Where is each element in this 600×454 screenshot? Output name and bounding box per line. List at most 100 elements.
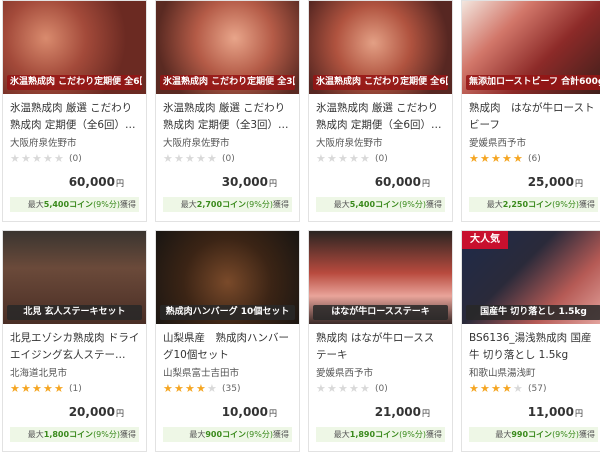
product-card[interactable]: 無添加ローストビーフ 合計600g以上熟成肉 はなが牛ロースト ビーフ愛媛県西予… <box>461 0 600 222</box>
price-value: 30,000 <box>221 175 268 189</box>
coin-percent: (9%分) <box>552 200 579 209</box>
product-image[interactable]: 氷温熟成肉 こだわり定期便 全3回 <box>156 1 299 94</box>
product-image[interactable]: はなが牛ロースステーキ <box>309 231 452 324</box>
coin-reward: 最大990コイン(9%分)獲得 <box>469 427 598 442</box>
star-icon: ★ <box>469 152 479 165</box>
product-price: 60,000円 <box>375 175 430 189</box>
product-card[interactable]: 国産牛 切り落とし 1.5kg 大人気 BS6136_湯浅熟成肉 国産 牛 切り落と… <box>461 230 600 452</box>
coin-word: コイン <box>222 430 247 439</box>
product-title[interactable]: 北見エゾシカ熟成肉 ドライエイジング玄人ステー… <box>10 330 140 364</box>
coin-suffix: 獲得 <box>426 430 442 439</box>
coin-percent: (9%分) <box>552 430 579 439</box>
star-icon: ★ <box>10 152 20 165</box>
product-image-caption: 熟成肉ハンバーグ 10個セット <box>160 305 295 320</box>
coin-amount: 2,700 <box>196 200 223 209</box>
coin-reward: 最大5,400コイン(9%分)獲得 <box>316 197 445 212</box>
star-icon: ★ <box>316 152 326 165</box>
product-image-caption: 北見 玄人ステーキセット <box>7 305 142 320</box>
rating-stars: ★ ★ ★ ★ ★ <box>10 153 65 164</box>
star-icon: ★ <box>32 382 42 395</box>
star-icon: ★ <box>196 152 206 165</box>
product-title[interactable]: 氷温熟成肉 厳選 こだわり 熟成肉 定期便（全6回）… <box>10 100 140 134</box>
product-region: 北海道北見市 <box>10 368 68 379</box>
product-card[interactable]: 氷温熟成肉 こだわり定期便 全6回氷温熟成肉 厳選 こだわり 熟成肉 定期便（全… <box>308 0 453 222</box>
coin-word: コイン <box>222 200 247 209</box>
product-title[interactable]: BS6136_湯浅熟成肉 国産 牛 切り落とし 1.5kg <box>469 330 599 364</box>
product-region: 大阪府泉佐野市 <box>10 138 77 149</box>
product-title[interactable]: 氷温熟成肉 厳選 こだわり 熟成肉 定期便（全3回）… <box>163 100 293 134</box>
coin-prefix: 最大 <box>180 200 197 209</box>
review-count: (57) <box>528 383 547 394</box>
coin-word: コイン <box>375 430 400 439</box>
product-image-caption: 氷温熟成肉 こだわり定期便 全6回 <box>7 75 142 90</box>
product-card[interactable]: 北見 玄人ステーキセット北見エゾシカ熟成肉 ドライエイジング玄人ステー… 北海道北… <box>2 230 147 452</box>
price-value: 60,000 <box>68 175 115 189</box>
product-card[interactable]: 熟成肉ハンバーグ 10個セット 山梨県産 熟成肉ハンバーグ10個セット 山梨県富士吉… <box>155 230 300 452</box>
product-card[interactable]: はなが牛ロースステーキ 熟成肉 はなが牛ロースス テーキ 愛媛県西予市 ★ ★ ★ ★ ★ (0… <box>308 230 453 452</box>
rating-stars: ★ ★ ★ ★ ★ <box>316 153 371 164</box>
review-count: (0) <box>375 153 388 164</box>
product-price: 10,000円 <box>222 405 277 419</box>
rating-stars: ★ ★ ★ ★ ★ <box>163 153 218 164</box>
coin-suffix: 獲得 <box>273 430 289 439</box>
coin-reward: 最大900コイン(9%分)獲得 <box>163 427 292 442</box>
star-icon: ★ <box>349 152 359 165</box>
price-unit: 円 <box>269 409 277 418</box>
star-icon: ★ <box>54 382 64 395</box>
price-unit: 円 <box>422 179 430 188</box>
star-icon: ★ <box>349 382 359 395</box>
product-title[interactable]: 山梨県産 熟成肉ハンバーグ10個セット <box>163 330 293 364</box>
product-image-caption: 無添加ローストビーフ 合計600g以上 <box>466 75 600 90</box>
coin-word: コイン <box>69 200 94 209</box>
product-title[interactable]: 熟成肉 はなが牛ロースス テーキ <box>316 330 446 364</box>
product-title[interactable]: 熟成肉 はなが牛ロースト ビーフ <box>469 100 599 134</box>
review-count: (1) <box>69 383 82 394</box>
product-image[interactable]: 氷温熟成肉 こだわり定期便 全6回 <box>3 1 146 94</box>
star-icon: ★ <box>163 152 173 165</box>
coin-prefix: 最大 <box>486 200 503 209</box>
coin-reward: 最大1,890コイン(9%分)獲得 <box>316 427 445 442</box>
coin-reward: 最大2,700コイン(9%分)獲得 <box>163 197 292 212</box>
price-value: 11,000 <box>527 405 574 419</box>
product-price: 21,000円 <box>375 405 430 419</box>
price-unit: 円 <box>575 409 583 418</box>
coin-prefix: 最大 <box>27 430 44 439</box>
coin-prefix: 最大 <box>27 200 44 209</box>
coin-reward: 最大1,800コイン(9%分)獲得 <box>10 427 139 442</box>
star-icon: ★ <box>327 152 337 165</box>
product-price: 60,000円 <box>69 175 124 189</box>
rating-stars: ★ ★ ★ ★ ★ <box>469 383 524 394</box>
popular-badge: 大人気 <box>462 231 508 249</box>
product-region: 和歌山県湯浅町 <box>469 368 536 379</box>
product-image-caption: 氷温熟成肉 こだわり定期便 全6回 <box>313 75 448 90</box>
product-image[interactable]: 氷温熟成肉 こだわり定期便 全6回 <box>309 1 452 94</box>
product-rating: ★ ★ ★ ★ ★ (57) <box>469 383 546 394</box>
product-rating: ★ ★ ★ ★ ★ (0) <box>10 153 82 164</box>
product-image[interactable]: 無添加ローストビーフ 合計600g以上 <box>462 1 600 94</box>
star-icon: ★ <box>32 152 42 165</box>
product-card[interactable]: 氷温熟成肉 こだわり定期便 全6回氷温熟成肉 厳選 こだわり 熟成肉 定期便（全… <box>2 0 147 222</box>
product-region: 愛媛県西予市 <box>316 368 374 379</box>
star-icon: ★ <box>338 152 348 165</box>
product-image-caption: 氷温熟成肉 こだわり定期便 全3回 <box>160 75 295 90</box>
star-icon: ★ <box>174 382 184 395</box>
coin-percent: (9%分) <box>399 430 426 439</box>
star-icon: ★ <box>207 382 217 395</box>
product-image[interactable]: 北見 玄人ステーキセット <box>3 231 146 324</box>
star-icon: ★ <box>513 382 523 395</box>
product-title[interactable]: 氷温熟成肉 厳選 こだわり 熟成肉 定期便（全6回）… <box>316 100 446 134</box>
coin-prefix: 最大 <box>333 200 350 209</box>
coin-suffix: 獲得 <box>426 200 442 209</box>
product-image[interactable]: 熟成肉ハンバーグ 10個セット <box>156 231 299 324</box>
star-icon: ★ <box>360 382 370 395</box>
star-icon: ★ <box>513 152 523 165</box>
price-unit: 円 <box>116 179 124 188</box>
rating-stars: ★ ★ ★ ★ ★ <box>316 383 371 394</box>
coin-amount: 2,250 <box>502 200 529 209</box>
product-card[interactable]: 氷温熟成肉 こだわり定期便 全3回氷温熟成肉 厳選 こだわり 熟成肉 定期便（全… <box>155 0 300 222</box>
review-count: (0) <box>69 153 82 164</box>
product-region: 大阪府泉佐野市 <box>163 138 230 149</box>
star-icon: ★ <box>338 382 348 395</box>
star-icon: ★ <box>196 382 206 395</box>
product-grid: 氷温熟成肉 こだわり定期便 全6回氷温熟成肉 厳選 こだわり 熟成肉 定期便（全… <box>0 0 600 454</box>
